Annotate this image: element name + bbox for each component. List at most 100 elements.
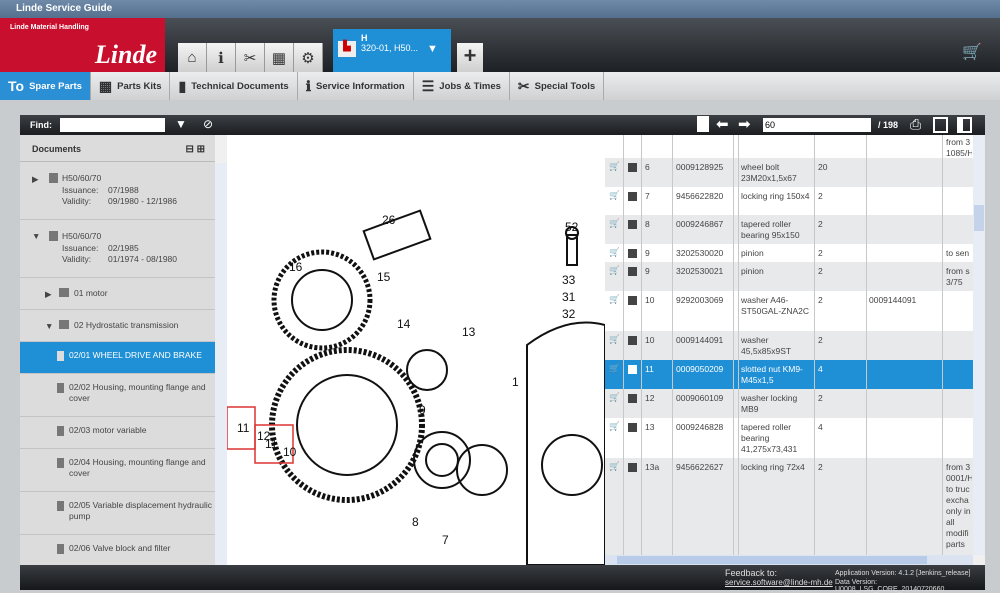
add-to-cart-icon[interactable]: 🛒: [609, 161, 620, 172]
truck-selector-tab[interactable]: ▙ H 320-01, H50... ▼: [333, 29, 451, 72]
table-row[interactable]: 🛒 9 3202530020 pinion 2 to sen: [605, 244, 973, 262]
find-label: Find:: [30, 120, 52, 130]
page-item[interactable]: 02/01 WHEEL DRIVE AND BRAKE: [20, 342, 215, 374]
add-to-cart-icon[interactable]: 🛒: [609, 363, 620, 374]
case-button[interactable]: ▦: [265, 43, 294, 72]
home-button[interactable]: ⌂: [178, 43, 207, 72]
layout-single-icon[interactable]: [933, 117, 948, 133]
table-row[interactable]: from 3 1085/H: [605, 135, 973, 158]
settings-button[interactable]: ⚙: [294, 43, 323, 72]
callout-label: 33: [562, 273, 575, 287]
add-to-cart-icon[interactable]: 🛒: [609, 294, 620, 305]
add-to-cart-icon[interactable]: 🛒: [609, 392, 620, 403]
page-item[interactable]: 02/06 Valve block and filter: [20, 535, 215, 565]
table-row[interactable]: 🛒 6 0009128925 wheel bolt 23M20x1,5x67 2…: [605, 158, 973, 187]
document-item[interactable]: ▶ H50/60/70 Issuance:07/1988 Validity:09…: [20, 162, 215, 220]
document-icon[interactable]: [628, 463, 637, 472]
callout-label: 13: [462, 325, 475, 339]
column-divider: [733, 135, 734, 555]
tools-button[interactable]: ✂: [236, 43, 265, 72]
add-to-cart-icon[interactable]: 🛒: [609, 190, 620, 201]
document-icon[interactable]: [628, 296, 637, 305]
document-icon[interactable]: [628, 192, 637, 201]
add-to-cart-icon[interactable]: 🛒: [609, 247, 620, 258]
documents-panel: Documents ⊟ ⊞ ▶ H50/60/70 Issuance:07/19…: [20, 135, 215, 565]
info-button[interactable]: ℹ: [207, 43, 236, 72]
notepad-icon[interactable]: [697, 116, 709, 132]
page-item[interactable]: 02/04 Housing, mounting flange and cover: [20, 449, 215, 492]
add-to-cart-icon[interactable]: 🛒: [609, 265, 620, 276]
document-icon[interactable]: [628, 249, 637, 258]
callout-label: 32: [562, 307, 575, 321]
table-row[interactable]: 🛒 8 0009246867 tapered roller bearing 95…: [605, 215, 973, 244]
collapse-all-icon[interactable]: ⊟: [185, 144, 193, 155]
cart-icon[interactable]: 🛒: [962, 42, 982, 62]
arrow-left-icon[interactable]: ⬅: [716, 115, 729, 133]
feedback-email-link[interactable]: service.software@linde-mh.de: [725, 578, 833, 587]
document-icon[interactable]: [628, 423, 637, 432]
tab-technical-documents[interactable]: ▮Technical Documents: [170, 72, 297, 100]
footer: Feedback to: service.software@linde-mh.d…: [20, 565, 985, 590]
callout-label: 26: [382, 213, 395, 227]
parts-horizontal-scrollbar[interactable]: [605, 555, 973, 565]
add-to-cart-icon[interactable]: 🛒: [609, 218, 620, 229]
document-icon[interactable]: [628, 220, 637, 229]
document-icon[interactable]: [628, 394, 637, 403]
expand-arrow-icon[interactable]: ▶: [32, 174, 39, 185]
feedback-label: Feedback to:: [725, 568, 777, 578]
add-to-cart-icon[interactable]: 🛒: [609, 334, 620, 345]
table-row[interactable]: 🛒 13 0009246828 tapered roller bearing 4…: [605, 418, 973, 458]
callout-label: 7: [442, 533, 449, 547]
table-row[interactable]: 🛒 13a 9456622627 locking ring 72x4 2 fro…: [605, 458, 973, 555]
layout-split-icon[interactable]: [957, 117, 972, 133]
document-icon[interactable]: [628, 336, 637, 345]
column-divider: [866, 135, 867, 555]
add-to-cart-icon[interactable]: 🛒: [609, 421, 620, 432]
add-truck-button[interactable]: +: [457, 43, 483, 72]
print-icon[interactable]: ⎙: [910, 116, 921, 133]
tab-spare-parts[interactable]: ToSpare Parts: [0, 72, 91, 100]
collapse-arrow-icon[interactable]: ▼: [32, 231, 40, 241]
tab-jobs-times[interactable]: ☰Jobs & Times: [414, 72, 510, 100]
add-to-cart-icon[interactable]: 🛒: [609, 461, 620, 472]
exploded-drawing[interactable]: 261615141352333132191112111087: [227, 135, 605, 565]
expand-all-icon[interactable]: ⊞: [197, 144, 205, 155]
parts-vertical-scrollbar[interactable]: [973, 135, 985, 555]
page-item[interactable]: 02/05 Variable displacement hydraulic pu…: [20, 492, 215, 535]
page-icon: [57, 458, 64, 468]
collapse-arrow-icon[interactable]: ▼: [45, 321, 53, 331]
tab-service-information[interactable]: ℹService Information: [298, 72, 414, 100]
table-row[interactable]: 🛒 11 0009050209 slotted nut KM9-M45x1,5 …: [605, 360, 973, 389]
documents-scrollbar[interactable]: [215, 163, 227, 565]
table-row[interactable]: 🛒 9 3202530021 pinion 2 from s 3/75: [605, 262, 973, 291]
table-row[interactable]: 🛒 7 9456622820 locking ring 150x4 2: [605, 187, 973, 215]
folder-icon: [59, 320, 69, 329]
folder-item[interactable]: ▶ 01 motor: [20, 278, 215, 310]
document-item[interactable]: ▼ H50/60/70 Issuance:02/1985 Validity:01…: [20, 220, 215, 278]
expand-arrow-icon[interactable]: ▶: [45, 289, 52, 300]
page-item[interactable]: 02/03 motor variable: [20, 417, 215, 449]
page-item[interactable]: 02/02 Housing, mounting flange and cover: [20, 374, 215, 417]
arrow-right-icon[interactable]: ➡: [738, 115, 751, 133]
find-input[interactable]: [60, 118, 165, 132]
tab-parts-kits[interactable]: ▦Parts Kits: [91, 72, 171, 100]
document-icon[interactable]: [628, 163, 637, 172]
page-input[interactable]: [763, 118, 871, 132]
document-icon[interactable]: [628, 365, 637, 374]
document-icon: [49, 231, 58, 241]
table-row[interactable]: 🛒 10 9292003069 washer A46-ST50GAL-ZNA2C…: [605, 291, 973, 331]
filter-dropdown-icon[interactable]: ▼: [427, 43, 438, 55]
page-icon: [57, 351, 64, 361]
main-nav: ToSpare Parts ▦Parts Kits ▮Technical Doc…: [0, 72, 1000, 100]
parts-kits-icon: ▦: [99, 78, 112, 95]
table-row[interactable]: 🛒 10 0009144091 washer 45,5x85x9ST 2: [605, 331, 973, 360]
filter-icon[interactable]: ▼: [175, 117, 187, 131]
folder-item[interactable]: ▼ 02 Hydrostatic transmission: [20, 310, 215, 342]
callout-label: 16: [289, 260, 302, 274]
tab-special-tools[interactable]: ✂Special Tools: [510, 72, 604, 100]
table-row[interactable]: 🛒 12 0009060109 washer locking MB9 2: [605, 389, 973, 418]
parts-table: from 3 1085/H 🛒 6 0009128925 wheel bolt …: [605, 135, 973, 555]
clear-filter-icon[interactable]: ⊘: [203, 117, 213, 131]
document-icon[interactable]: [628, 267, 637, 276]
callout-label: 8: [412, 515, 419, 529]
